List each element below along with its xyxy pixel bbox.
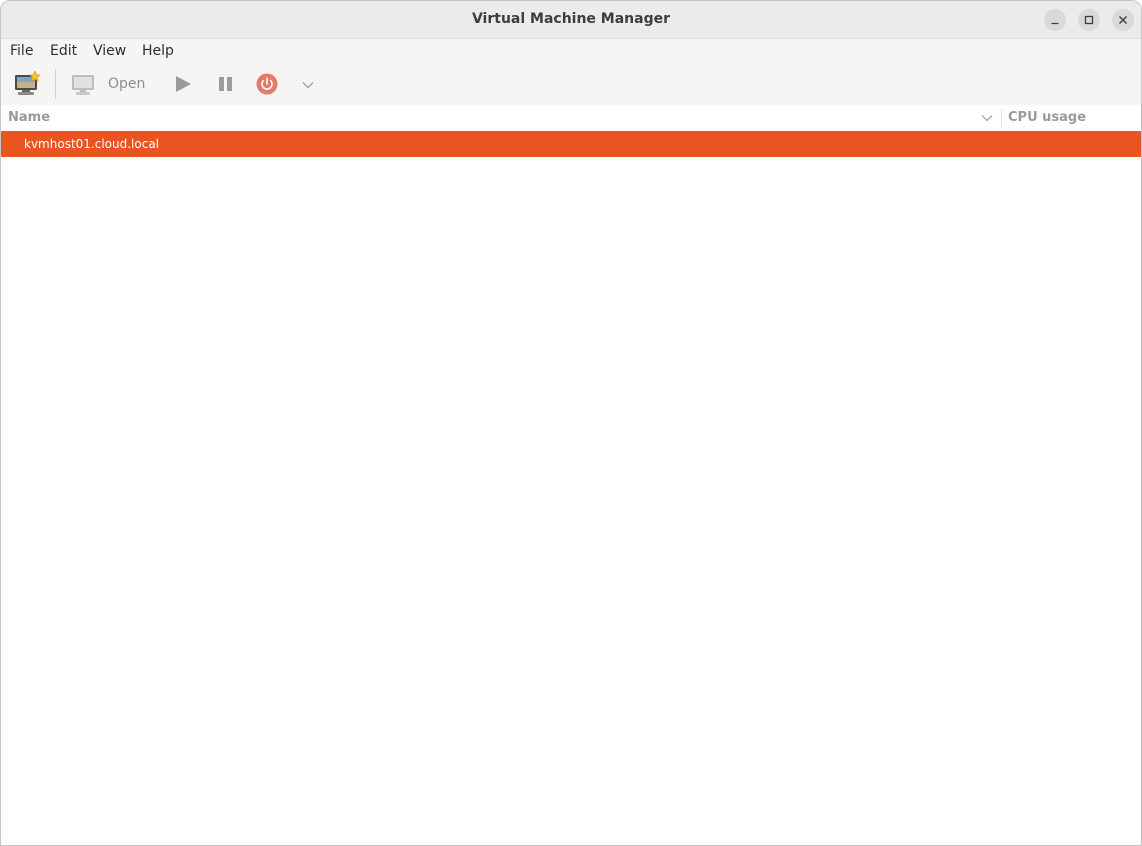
menu-help[interactable]: Help — [142, 39, 174, 63]
connection-list[interactable]: kvmhost01.cloud.local — [1, 131, 1141, 845]
toolbar: Open — [1, 63, 1141, 105]
column-header-row: Name CPU usage — [1, 105, 1141, 131]
sort-chevron-icon[interactable] — [980, 112, 994, 124]
open-button-label: Open — [108, 76, 146, 92]
column-header-cpu-usage[interactable]: CPU usage — [1008, 105, 1086, 131]
power-icon — [256, 73, 278, 95]
app-window: Virtual Machine Manager File Edit View H… — [0, 0, 1142, 846]
column-divider[interactable] — [1001, 109, 1002, 127]
minimize-icon — [1051, 22, 1059, 25]
menu-bar: File Edit View Help — [1, 39, 1141, 63]
menu-edit[interactable]: Edit — [50, 39, 77, 63]
toolbar-separator — [55, 69, 56, 99]
maximize-button[interactable] — [1078, 9, 1100, 31]
open-button[interactable]: Open — [71, 63, 151, 105]
connection-name: kvmhost01.cloud.local — [24, 137, 159, 151]
new-vm-button[interactable] — [13, 63, 43, 105]
close-button[interactable] — [1112, 9, 1134, 31]
menu-view[interactable]: View — [93, 39, 126, 63]
run-button[interactable] — [173, 63, 193, 105]
close-icon — [1119, 16, 1127, 24]
menu-file[interactable]: File — [10, 39, 33, 63]
play-icon — [176, 76, 191, 92]
title-bar[interactable]: Virtual Machine Manager — [1, 1, 1141, 39]
shutdown-options-button[interactable] — [300, 63, 316, 105]
minimize-button[interactable] — [1044, 9, 1066, 31]
chevron-down-icon — [302, 82, 314, 89]
monitor-icon — [72, 75, 94, 95]
list-item[interactable]: kvmhost01.cloud.local — [1, 131, 1141, 157]
window-title: Virtual Machine Manager — [471, 11, 671, 27]
shutdown-button[interactable] — [256, 63, 280, 105]
pause-button[interactable] — [216, 63, 236, 105]
maximize-icon — [1084, 15, 1094, 25]
pause-icon — [219, 77, 232, 91]
column-header-name[interactable]: Name — [8, 105, 50, 131]
new-vm-icon — [15, 70, 41, 95]
